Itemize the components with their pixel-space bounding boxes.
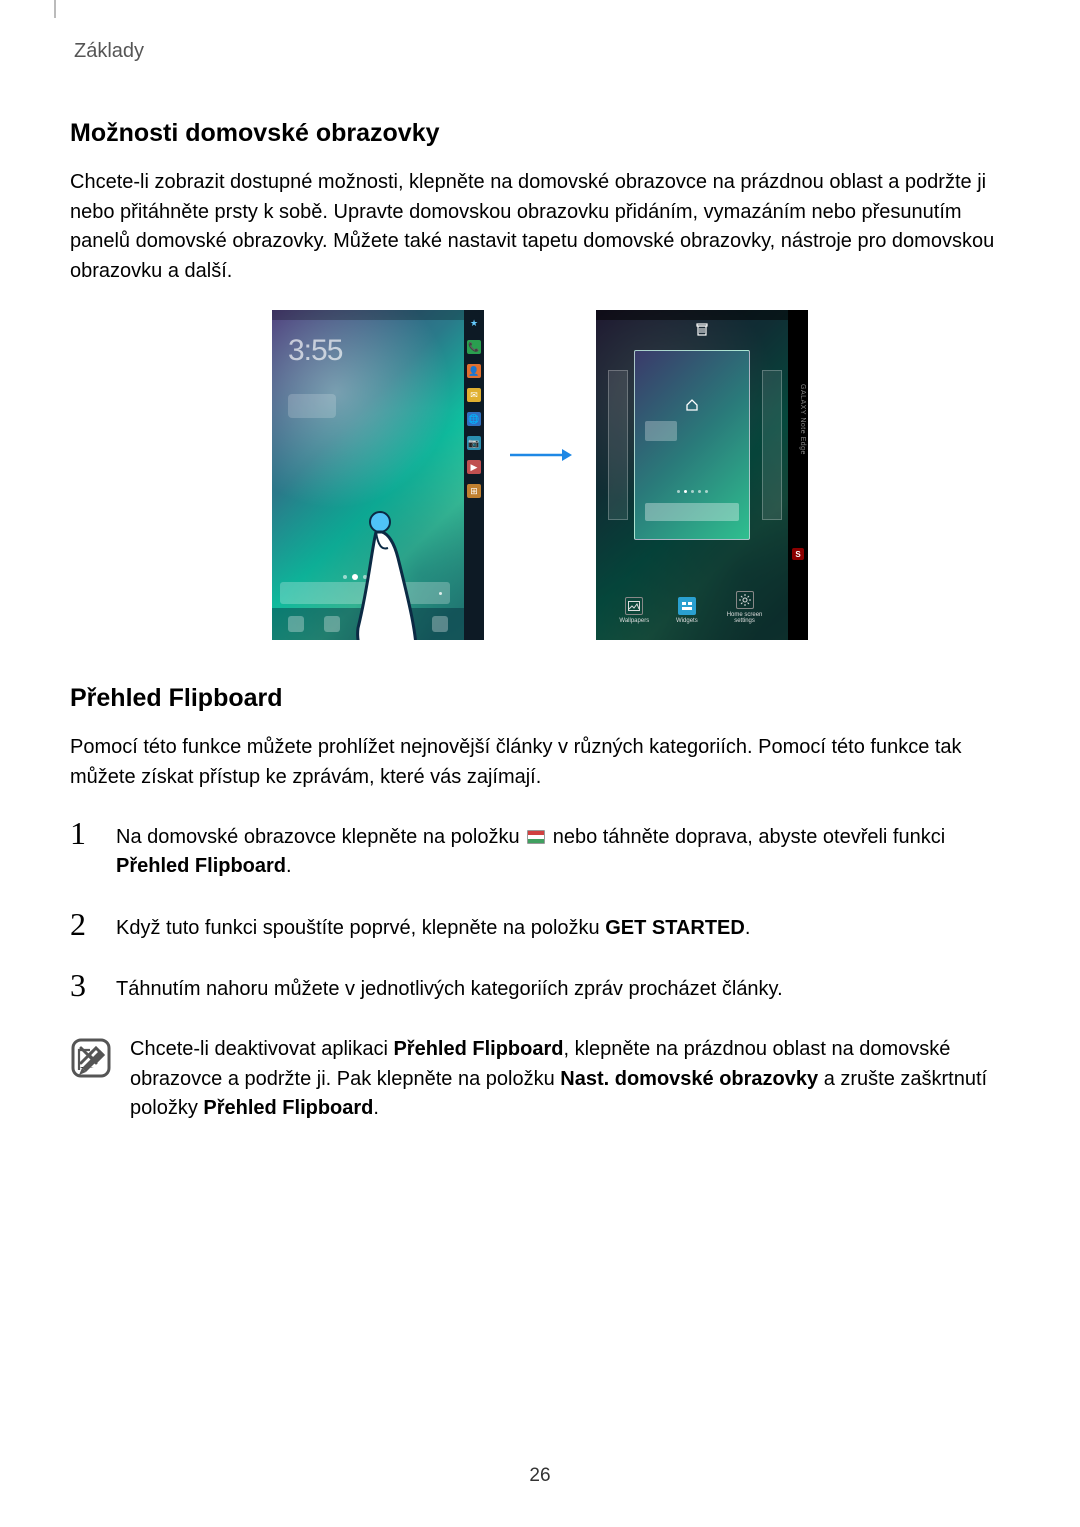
step1-text-b: nebo táhněte doprava, abyste otevřeli fu… — [547, 826, 945, 848]
section1-body: Chcete-li zobrazit dostupné možnosti, kl… — [70, 168, 1010, 286]
settings-label: Home screen settings — [725, 612, 765, 624]
widgets-button: Widgets — [676, 597, 698, 624]
step1-text-c: . — [286, 855, 292, 877]
step1-text-a: Na domovské obrazovce klepněte na položk… — [116, 826, 525, 848]
running-head: Základy — [74, 40, 1010, 63]
step2-text-a: Když tuto funkci spouštíte poprvé, klepn… — [116, 917, 605, 939]
step-3: 3 Táhnutím nahoru můžete v jednotlivých … — [70, 969, 1010, 1005]
figure-row: 3:55 ★ 📞 👤 ✉ 🌐 📷 ▶ ⊞ — [70, 310, 1010, 640]
section2-body: Pomocí této funkce můžete prohlížet nejn… — [70, 733, 1010, 792]
video-icon: ▶ — [467, 460, 481, 474]
note-block: Chcete-li deaktivovat aplikaci Přehled F… — [70, 1035, 1010, 1124]
step3-text: Táhnutím nahoru můžete v jednotlivých ka… — [116, 978, 783, 1000]
clock-time: 3:55 — [288, 334, 342, 368]
note-bold3: Přehled Flipboard — [203, 1097, 373, 1119]
trash-icon — [695, 322, 709, 336]
note-text-d: . — [373, 1097, 379, 1119]
step-number: 3 — [70, 969, 98, 1001]
step-number: 2 — [70, 908, 98, 940]
edge-panel-dark: GALAXY Note Edge S — [788, 310, 808, 640]
note-bold1: Přehled Flipboard — [393, 1038, 563, 1060]
mini-page-indicator — [635, 490, 749, 493]
home-settings-button: Home screen settings — [725, 591, 765, 624]
globe-icon: 🌐 — [467, 412, 481, 426]
page-indicator — [272, 575, 464, 580]
note-icon — [70, 1037, 112, 1079]
phone-after: GALAXY Note Edge S Wallpapers Widgets — [596, 310, 808, 640]
home-icon — [686, 399, 698, 414]
note-bold2: Nast. domovské obrazovky — [560, 1068, 818, 1090]
edge-brand-label: GALAXY Note Edge — [799, 384, 806, 455]
step2-text-b: . — [745, 917, 751, 939]
contact-icon: 👤 — [467, 364, 481, 378]
grid-icon: ⊞ — [467, 484, 481, 498]
gear-icon — [736, 591, 754, 609]
weather-widget — [288, 394, 336, 418]
edge-panel: ★ 📞 👤 ✉ 🌐 📷 ▶ ⊞ — [464, 310, 484, 640]
note-text-a: Chcete-li deaktivovat aplikaci — [130, 1038, 393, 1060]
step-2: 2 Když tuto funkci spouštíte poprvé, kle… — [70, 908, 1010, 944]
arrow-icon — [508, 445, 572, 465]
step2-bold: GET STARTED — [605, 917, 745, 939]
step1-bold: Přehled Flipboard — [116, 855, 286, 877]
image-icon — [625, 597, 643, 615]
dock — [272, 608, 464, 640]
section2-title: Přehled Flipboard — [70, 684, 1010, 713]
star-icon: ★ — [467, 316, 481, 330]
adjacent-panel-left — [608, 370, 628, 520]
s-note-icon: S — [792, 548, 804, 560]
flipboard-icon — [527, 830, 545, 844]
side-rule — [54, 0, 56, 18]
step-number: 1 — [70, 817, 98, 849]
mail-icon: ✉ — [467, 388, 481, 402]
phone-before: 3:55 ★ 📞 👤 ✉ 🌐 📷 ▶ ⊞ — [272, 310, 484, 640]
page-number: 26 — [0, 1465, 1080, 1487]
camera-icon: 📷 — [467, 436, 481, 450]
widgets-icon — [678, 597, 696, 615]
section1-title: Možnosti domovské obrazovky — [70, 119, 1010, 148]
steps-list: 1 Na domovské obrazovce klepněte na polo… — [70, 817, 1010, 1005]
home-panel-preview — [634, 350, 750, 540]
phone-icon: 📞 — [467, 340, 481, 354]
wallpapers-button: Wallpapers — [619, 597, 649, 624]
widgets-label: Widgets — [676, 618, 698, 624]
step-1: 1 Na domovské obrazovce klepněte na polo… — [70, 817, 1010, 882]
wallpapers-label: Wallpapers — [619, 618, 649, 624]
search-bar — [280, 582, 450, 604]
adjacent-panel-right — [762, 370, 782, 520]
